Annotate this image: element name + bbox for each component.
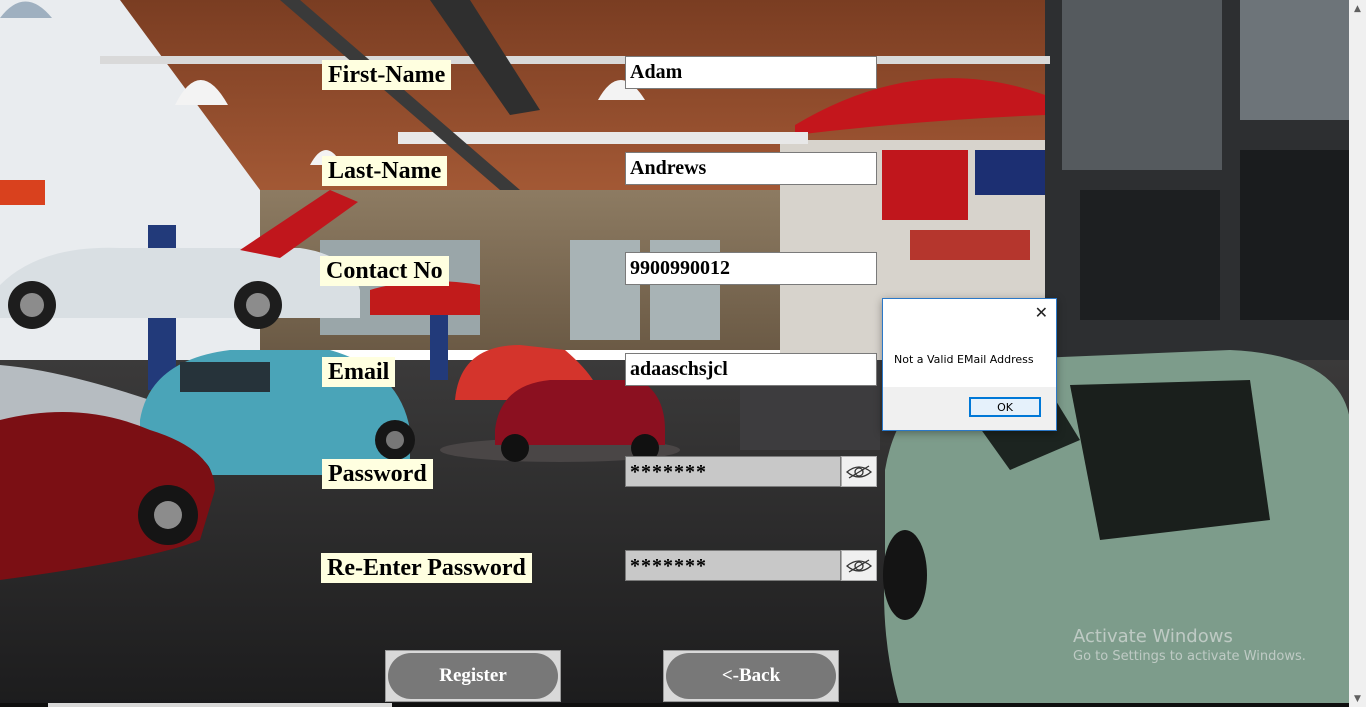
back-button-label: <-Back xyxy=(666,653,836,699)
eye-icon xyxy=(846,464,872,479)
password-field[interactable]: ******* xyxy=(625,456,841,487)
register-button[interactable]: Register xyxy=(385,650,561,702)
back-button[interactable]: <-Back xyxy=(663,650,839,702)
reenter-password-label: Re-Enter Password xyxy=(321,553,532,583)
contact-no-field[interactable]: 9900990012 xyxy=(625,252,877,285)
watermark-title: Activate Windows xyxy=(1073,626,1233,647)
register-button-label: Register xyxy=(388,653,558,699)
error-message-dialog: ✕ Not a Valid EMail Address OK xyxy=(882,298,1057,431)
show-reenter-password-button[interactable] xyxy=(841,550,877,581)
password-label: Password xyxy=(322,459,433,489)
scroll-down-icon[interactable]: ▼ xyxy=(1349,690,1366,707)
show-password-button[interactable] xyxy=(841,456,877,487)
reenter-password-field[interactable]: ******* xyxy=(625,550,841,581)
dialog-footer: OK xyxy=(883,387,1056,430)
scroll-up-icon[interactable]: ▲ xyxy=(1349,0,1366,17)
horizontal-scrollbar[interactable] xyxy=(0,703,1349,707)
last-name-field[interactable]: Andrews xyxy=(625,152,877,185)
dialog-message: Not a Valid EMail Address xyxy=(894,353,1034,366)
last-name-label: Last-Name xyxy=(322,156,448,186)
watermark-subtitle: Go to Settings to activate Windows. xyxy=(1073,649,1306,664)
close-icon[interactable]: ✕ xyxy=(1035,304,1048,322)
horizontal-scrollbar-thumb[interactable] xyxy=(48,703,392,707)
contact-no-label: Contact No xyxy=(320,256,449,286)
first-name-field[interactable]: Adam xyxy=(625,56,877,89)
eye-icon xyxy=(846,558,872,573)
email-field[interactable]: adaaschsjcl xyxy=(625,353,877,386)
email-label: Email xyxy=(322,357,396,387)
vertical-scrollbar[interactable]: ▲ ▼ xyxy=(1349,0,1366,707)
first-name-label: First-Name xyxy=(322,60,452,90)
ok-button[interactable]: OK xyxy=(969,397,1041,417)
activate-windows-watermark: Activate Windows Go to Settings to activ… xyxy=(1073,626,1306,664)
